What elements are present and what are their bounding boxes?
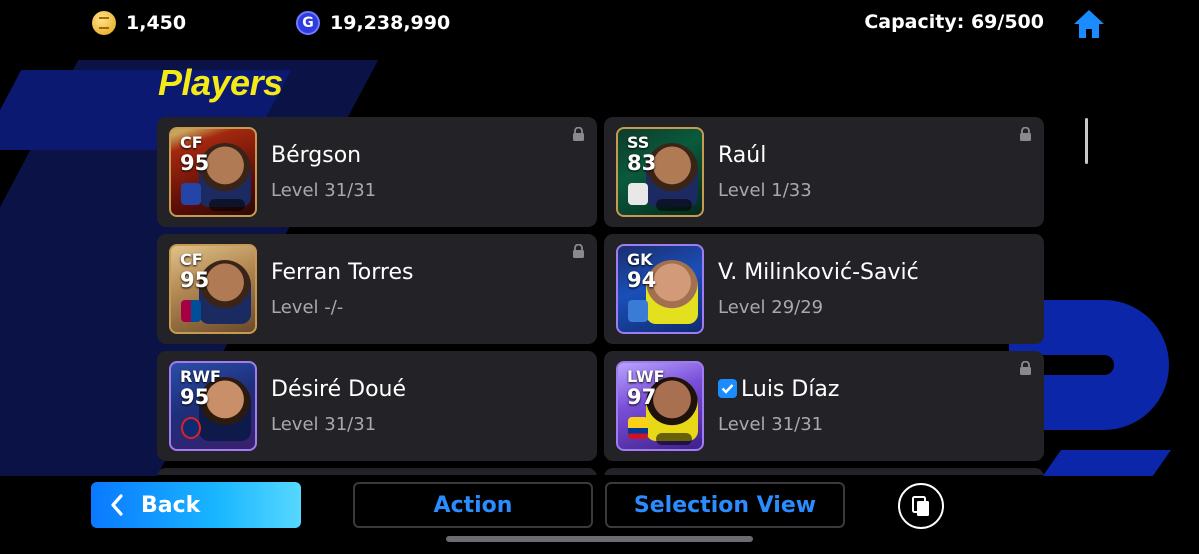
rating-label: 95 bbox=[180, 268, 210, 292]
player-name: V. Milinković-Savić bbox=[718, 260, 919, 285]
position-label: GK bbox=[627, 250, 653, 269]
player-level: Level 31/31 bbox=[718, 414, 824, 435]
player-level: Level 29/29 bbox=[718, 297, 824, 318]
rating-label: 97 bbox=[627, 385, 657, 409]
player-card[interactable]: RWF 95 Désiré Doué Level 31/31 bbox=[157, 351, 597, 461]
player-name: Ferran Torres bbox=[271, 260, 414, 285]
scrollbar[interactable] bbox=[1085, 118, 1088, 164]
player-level: Level 31/31 bbox=[271, 414, 377, 435]
player-name: Désiré Doué bbox=[271, 377, 407, 402]
capacity-text: Capacity: 69/500 bbox=[864, 11, 1044, 33]
position-label: CF bbox=[180, 133, 203, 152]
lock-icon bbox=[573, 244, 584, 258]
player-thumbnail: GK 94 bbox=[616, 244, 704, 334]
club-emblem-icon bbox=[181, 417, 201, 439]
home-icon[interactable] bbox=[1071, 6, 1107, 42]
player-name: Raúl bbox=[718, 143, 767, 168]
player-name: Bérgson bbox=[271, 143, 362, 168]
coin-icon bbox=[92, 11, 116, 35]
player-card[interactable]: CF 95 Bérgson Level 31/31 bbox=[157, 117, 597, 227]
rating-label: 95 bbox=[180, 151, 210, 175]
bottom-bar: Back Action Selection View bbox=[0, 476, 1199, 554]
country-flag-icon bbox=[628, 417, 648, 439]
gp-icon: G bbox=[296, 11, 320, 35]
player-thumbnail: LWF 97 bbox=[616, 361, 704, 451]
player-name-text: Luis Díaz bbox=[741, 377, 840, 402]
club-emblem-icon bbox=[181, 300, 201, 322]
player-level: Level 31/31 bbox=[271, 180, 377, 201]
rating-label: 83 bbox=[627, 151, 657, 175]
club-emblem-icon bbox=[628, 183, 648, 205]
copy-icon bbox=[912, 496, 929, 516]
player-thumbnail: SS 83 bbox=[616, 127, 704, 217]
club-emblem-icon bbox=[628, 300, 648, 322]
coins-amount: 1,450 bbox=[126, 12, 187, 34]
multi-select-button[interactable] bbox=[898, 483, 944, 529]
top-bar: 1,450 G 19,238,990 Capacity: 69/500 bbox=[0, 0, 1199, 46]
action-button[interactable]: Action bbox=[353, 482, 593, 528]
back-button[interactable]: Back bbox=[91, 482, 301, 528]
player-level: Level 1/33 bbox=[718, 180, 812, 201]
player-grid[interactable]: CF 95 Bérgson Level 31/31 SS 83 Raúl Lev… bbox=[157, 117, 1044, 475]
selection-view-button[interactable]: Selection View bbox=[605, 482, 845, 528]
position-label: SS bbox=[627, 133, 650, 152]
position-label: LWF bbox=[627, 367, 665, 386]
gp-amount: 19,238,990 bbox=[330, 12, 451, 34]
player-card[interactable]: LWF 97 Luis Díaz Level 31/31 bbox=[604, 351, 1044, 461]
page-title: Players bbox=[158, 62, 283, 103]
skill-dots-icon bbox=[209, 199, 245, 211]
player-card[interactable]: CF 95 Ferran Torres Level -/- bbox=[157, 234, 597, 344]
skill-dots-icon bbox=[656, 199, 692, 211]
player-level: Level -/- bbox=[271, 297, 344, 318]
player-card[interactable]: GK 94 V. Milinković-Savić Level 29/29 bbox=[604, 234, 1044, 344]
player-thumbnail: CF 95 bbox=[169, 244, 257, 334]
chevron-left-icon bbox=[111, 494, 123, 516]
position-label: RWF bbox=[180, 367, 221, 386]
verified-check-icon bbox=[718, 379, 737, 398]
lock-icon bbox=[573, 127, 584, 141]
club-emblem-icon bbox=[181, 183, 201, 205]
player-card-partial[interactable] bbox=[604, 468, 1044, 475]
rating-label: 95 bbox=[180, 385, 210, 409]
player-thumbnail: CF 95 bbox=[169, 127, 257, 217]
player-name: Luis Díaz bbox=[718, 377, 839, 402]
lock-icon bbox=[1020, 127, 1031, 141]
coins-display: 1,450 bbox=[92, 11, 186, 35]
skill-dots-icon bbox=[656, 433, 692, 445]
home-indicator[interactable] bbox=[446, 536, 753, 542]
player-card-partial[interactable] bbox=[157, 468, 597, 475]
player-thumbnail: RWF 95 bbox=[169, 361, 257, 451]
position-label: CF bbox=[180, 250, 203, 269]
rating-label: 94 bbox=[627, 268, 657, 292]
player-card[interactable]: SS 83 Raúl Level 1/33 bbox=[604, 117, 1044, 227]
gp-display: G 19,238,990 bbox=[296, 11, 450, 35]
lock-icon bbox=[1020, 361, 1031, 375]
back-label: Back bbox=[141, 492, 201, 518]
